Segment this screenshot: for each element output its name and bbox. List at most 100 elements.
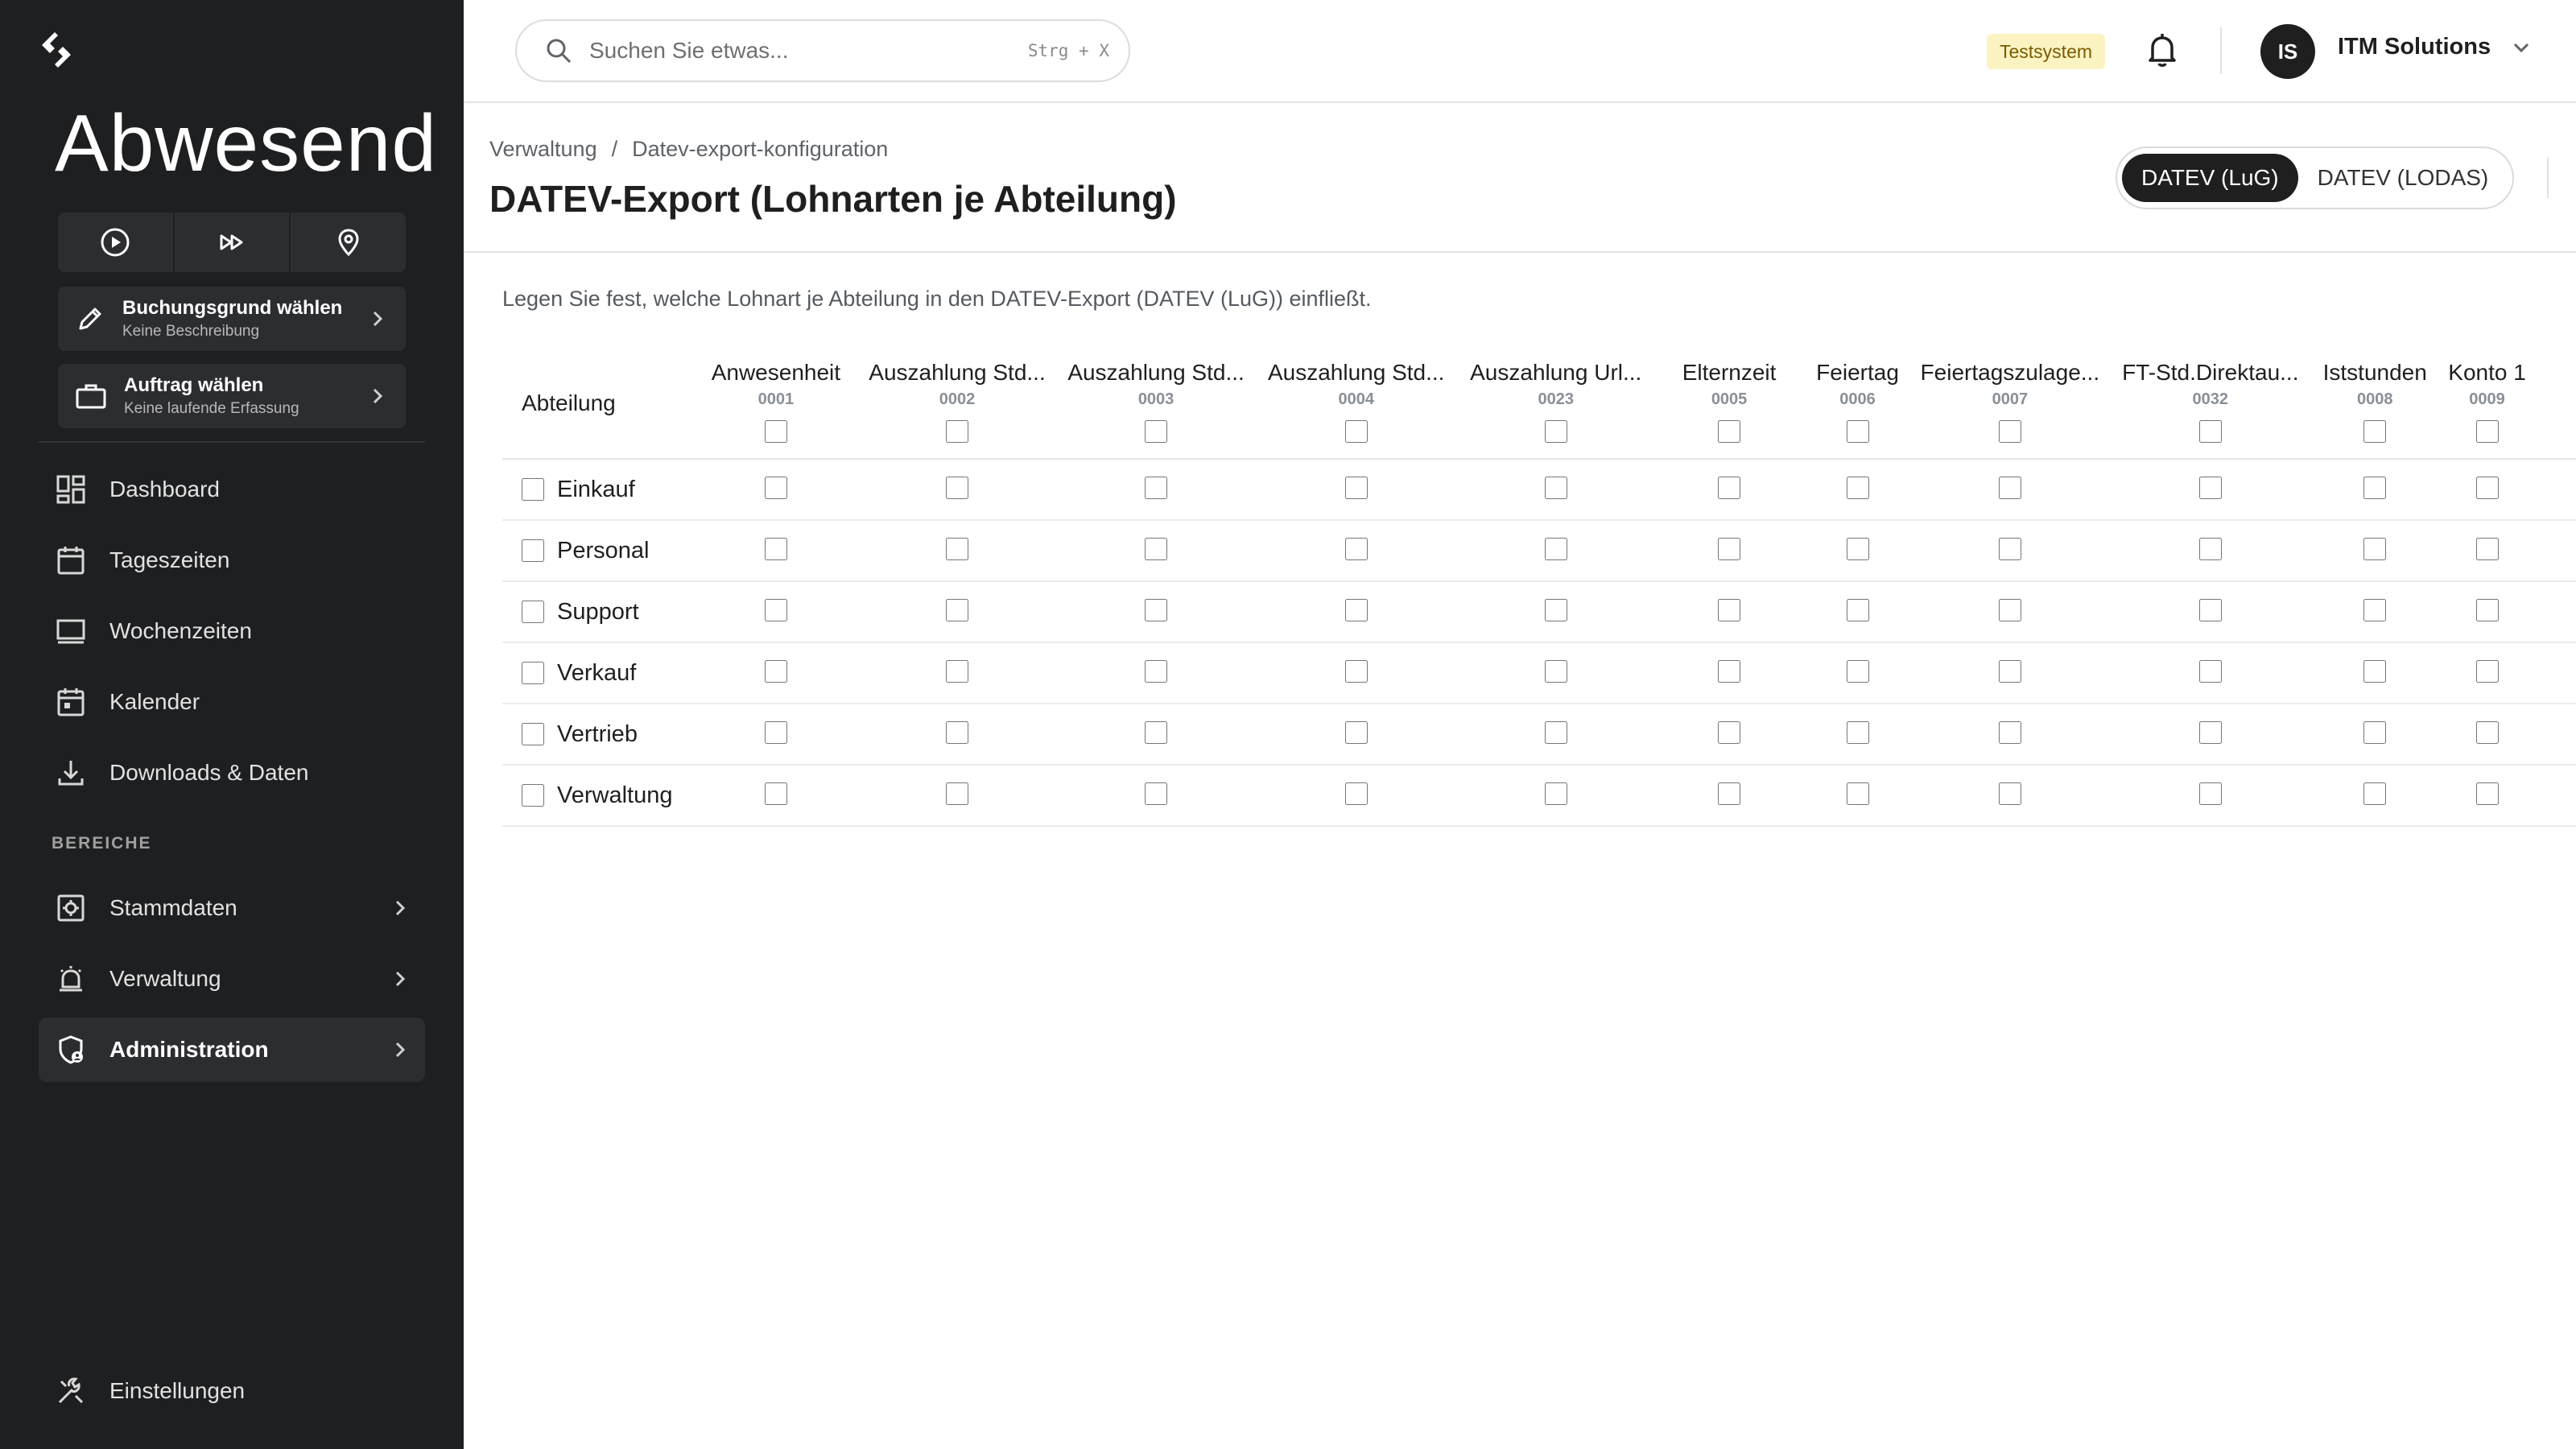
wage-type-checkbox[interactable] <box>1344 659 1368 683</box>
row-select-all-checkbox[interactable] <box>522 539 544 562</box>
play-button[interactable] <box>58 213 175 272</box>
wage-type-checkbox[interactable] <box>1718 782 1741 805</box>
column-select-all-checkbox[interactable] <box>1718 419 1741 443</box>
row-select-all-checkbox[interactable] <box>522 784 544 807</box>
wage-type-checkbox[interactable] <box>2363 476 2387 499</box>
column-select-all-checkbox[interactable] <box>1145 419 1168 443</box>
sidebar-item-downloads[interactable]: Downloads & Daten <box>39 741 425 805</box>
wage-type-checkbox[interactable] <box>946 537 968 560</box>
sidebar-item-kalender[interactable]: Kalender <box>39 670 425 734</box>
wage-type-checkbox[interactable] <box>1846 598 1869 621</box>
column-select-all-checkbox[interactable] <box>1846 419 1869 443</box>
wage-type-checkbox[interactable] <box>2363 659 2387 683</box>
row-select-all-checkbox[interactable] <box>522 601 544 623</box>
search-input[interactable] <box>589 38 1028 64</box>
wage-type-checkbox[interactable] <box>764 537 787 560</box>
wage-type-checkbox[interactable] <box>2475 782 2499 805</box>
wage-type-checkbox[interactable] <box>1718 537 1741 560</box>
toggle-datev-lodas[interactable]: DATEV (LODAS) <box>2298 154 2508 202</box>
search-bar[interactable]: Strg + X <box>515 19 1130 82</box>
column-select-all-checkbox[interactable] <box>1998 419 2021 443</box>
wage-type-checkbox[interactable] <box>2475 659 2499 683</box>
wage-type-checkbox[interactable] <box>1145 537 1168 560</box>
wage-type-checkbox[interactable] <box>1344 476 1368 499</box>
wage-type-checkbox[interactable] <box>1544 720 1567 744</box>
sidebar-item-stammdaten[interactable]: Stammdaten <box>39 876 425 940</box>
column-select-all-checkbox[interactable] <box>2363 419 2387 443</box>
wage-type-checkbox[interactable] <box>1145 782 1168 805</box>
fast-forward-button[interactable] <box>175 213 291 272</box>
wage-type-checkbox[interactable] <box>2475 476 2499 499</box>
wage-type-checkbox[interactable] <box>946 782 968 805</box>
row-select-all-checkbox[interactable] <box>522 478 544 501</box>
row-select-all-checkbox[interactable] <box>522 662 544 684</box>
wage-type-checkbox[interactable] <box>1718 598 1741 621</box>
wage-type-checkbox[interactable] <box>1544 782 1567 805</box>
wage-type-checkbox[interactable] <box>2198 476 2222 499</box>
column-select-all-checkbox[interactable] <box>764 419 787 443</box>
wage-type-checkbox[interactable] <box>1846 782 1869 805</box>
wage-type-checkbox[interactable] <box>2198 782 2222 805</box>
wage-type-checkbox[interactable] <box>2363 537 2387 560</box>
wage-type-checkbox[interactable] <box>2475 537 2499 560</box>
column-select-all-checkbox[interactable] <box>946 419 968 443</box>
wage-type-checkbox[interactable] <box>1998 598 2021 621</box>
wage-type-checkbox[interactable] <box>1998 537 2021 560</box>
wage-type-checkbox[interactable] <box>1718 720 1741 744</box>
wage-type-checkbox[interactable] <box>2198 720 2222 744</box>
sidebar-item-wochenzeiten[interactable]: Wochenzeiten <box>39 599 425 663</box>
column-select-all-checkbox[interactable] <box>1344 419 1368 443</box>
row-select-all-checkbox[interactable] <box>522 723 544 745</box>
wage-type-checkbox[interactable] <box>764 598 787 621</box>
wage-type-checkbox[interactable] <box>2363 720 2387 744</box>
breadcrumb-verwaltung[interactable]: Verwaltung <box>489 137 597 162</box>
wage-type-checkbox[interactable] <box>1344 537 1368 560</box>
wage-type-checkbox[interactable] <box>946 476 968 499</box>
wage-type-checkbox[interactable] <box>1344 598 1368 621</box>
wage-type-checkbox[interactable] <box>764 782 787 805</box>
column-select-all-checkbox[interactable] <box>2198 419 2222 443</box>
wage-type-checkbox[interactable] <box>946 659 968 683</box>
wage-type-checkbox[interactable] <box>1544 598 1567 621</box>
wage-type-checkbox[interactable] <box>946 720 968 744</box>
sidebar-item-verwaltung[interactable]: Verwaltung <box>39 947 425 1011</box>
wage-type-checkbox[interactable] <box>1145 720 1168 744</box>
wage-type-checkbox[interactable] <box>1145 659 1168 683</box>
wage-type-checkbox[interactable] <box>1544 537 1567 560</box>
wage-type-checkbox[interactable] <box>764 659 787 683</box>
column-select-all-checkbox[interactable] <box>1544 419 1567 443</box>
wage-type-checkbox[interactable] <box>1344 720 1368 744</box>
org-switcher[interactable]: ITM Solutions <box>2338 34 2531 60</box>
wage-type-checkbox[interactable] <box>1846 659 1869 683</box>
wage-type-checkbox[interactable] <box>2363 782 2387 805</box>
wage-type-checkbox[interactable] <box>2198 598 2222 621</box>
wage-type-checkbox[interactable] <box>1846 537 1869 560</box>
wage-type-checkbox[interactable] <box>1998 659 2021 683</box>
wage-type-checkbox[interactable] <box>764 720 787 744</box>
wage-type-checkbox[interactable] <box>764 476 787 499</box>
wage-type-checkbox[interactable] <box>1718 476 1741 499</box>
wage-type-checkbox[interactable] <box>2475 720 2499 744</box>
sidebar-item-administration[interactable]: Administration <box>39 1018 425 1082</box>
wage-type-checkbox[interactable] <box>1998 720 2021 744</box>
location-button[interactable] <box>291 213 406 272</box>
wage-type-checkbox[interactable] <box>1846 476 1869 499</box>
wage-type-checkbox[interactable] <box>2198 537 2222 560</box>
wage-type-checkbox[interactable] <box>1145 598 1168 621</box>
wage-type-checkbox[interactable] <box>1998 782 2021 805</box>
wage-type-checkbox[interactable] <box>1846 720 1869 744</box>
wage-type-checkbox[interactable] <box>1344 782 1368 805</box>
sidebar-item-dashboard[interactable]: Dashboard <box>39 457 425 522</box>
app-logo-icon[interactable] <box>35 29 77 71</box>
sidebar-item-einstellungen[interactable]: Einstellungen <box>39 1359 425 1423</box>
wage-type-checkbox[interactable] <box>1544 659 1567 683</box>
booking-reason-card[interactable]: Buchungsgrund wählen Keine Beschreibung <box>58 287 406 351</box>
order-card[interactable]: Auftrag wählen Keine laufende Erfassung <box>58 364 406 428</box>
wage-type-checkbox[interactable] <box>2363 598 2387 621</box>
sidebar-item-tageszeiten[interactable]: Tageszeiten <box>39 528 425 592</box>
wage-type-checkbox[interactable] <box>2475 598 2499 621</box>
wage-type-checkbox[interactable] <box>2198 659 2222 683</box>
column-select-all-checkbox[interactable] <box>2475 419 2499 443</box>
wage-type-checkbox[interactable] <box>1998 476 2021 499</box>
notifications-button[interactable] <box>2146 31 2178 73</box>
